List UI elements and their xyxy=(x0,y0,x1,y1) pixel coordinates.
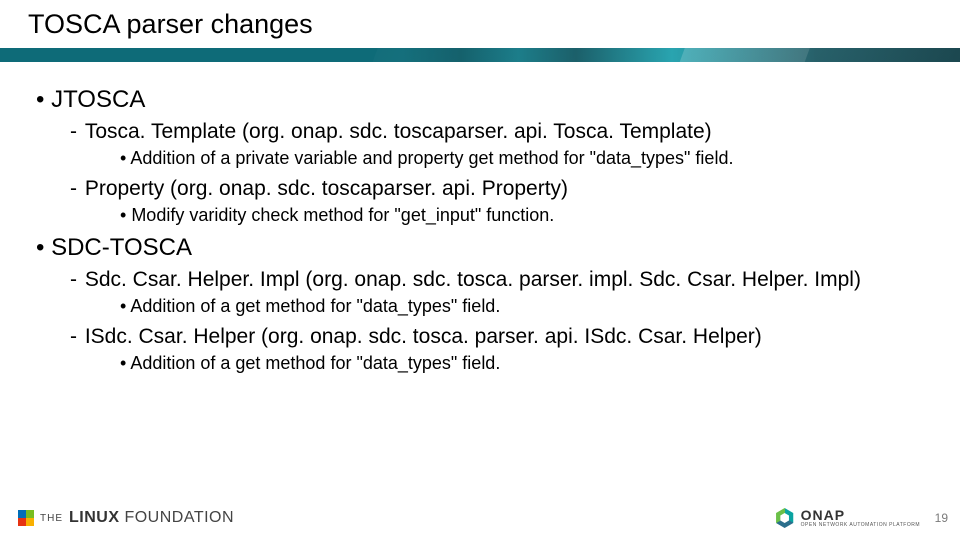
bullet-sdc-tosca: SDC-TOSCA xyxy=(36,234,940,262)
bullet-isdc-csar-helper-detail: Addition of a get method for "data_types… xyxy=(120,353,940,374)
lf-linux: LINUX xyxy=(69,509,120,526)
onap-wordmark: ONAP OPEN NETWORK AUTOMATION PLATFORM xyxy=(801,508,920,528)
bullet-sdc-csar-helper-impl-detail: Addition of a get method for "data_types… xyxy=(120,296,940,317)
slide-title: TOSCA parser changes xyxy=(0,0,960,48)
lf-wordmark: LINUX FOUNDATION xyxy=(69,509,234,527)
slide-content: JTOSCA Tosca. Template (org. onap. sdc. … xyxy=(0,62,960,374)
bullet-property: Property (org. onap. sdc. toscaparser. a… xyxy=(70,177,940,201)
lf-foundation: FOUNDATION xyxy=(124,509,234,526)
footer-right: ONAP OPEN NETWORK AUTOMATION PLATFORM 19 xyxy=(775,508,948,528)
onap-logo: ONAP OPEN NETWORK AUTOMATION PLATFORM xyxy=(775,508,920,528)
lf-the: THE xyxy=(40,513,63,524)
bullet-jtosca: JTOSCA xyxy=(36,86,940,114)
linux-foundation-logo: THE LINUX FOUNDATION xyxy=(18,509,234,527)
onap-tagline: OPEN NETWORK AUTOMATION PLATFORM xyxy=(801,522,920,528)
onap-name: ONAP xyxy=(801,508,920,522)
footer: THE LINUX FOUNDATION ONAP OPEN NETWORK A… xyxy=(0,496,960,540)
bullet-sdc-csar-helper-impl: Sdc. Csar. Helper. Impl (org. onap. sdc.… xyxy=(70,268,940,292)
lf-mark-icon xyxy=(18,510,34,526)
bullet-property-detail: Modify varidity check method for "get_in… xyxy=(120,205,940,226)
slide: TOSCA parser changes JTOSCA Tosca. Templ… xyxy=(0,0,960,540)
page-number: 19 xyxy=(930,511,948,525)
bullet-isdc-csar-helper: ISdc. Csar. Helper (org. onap. sdc. tosc… xyxy=(70,325,940,349)
onap-mark-icon xyxy=(775,508,795,528)
bullet-tosca-template: Tosca. Template (org. onap. sdc. toscapa… xyxy=(70,120,940,144)
title-bar: TOSCA parser changes xyxy=(0,0,960,62)
bullet-tosca-template-detail: Addition of a private variable and prope… xyxy=(120,148,940,169)
